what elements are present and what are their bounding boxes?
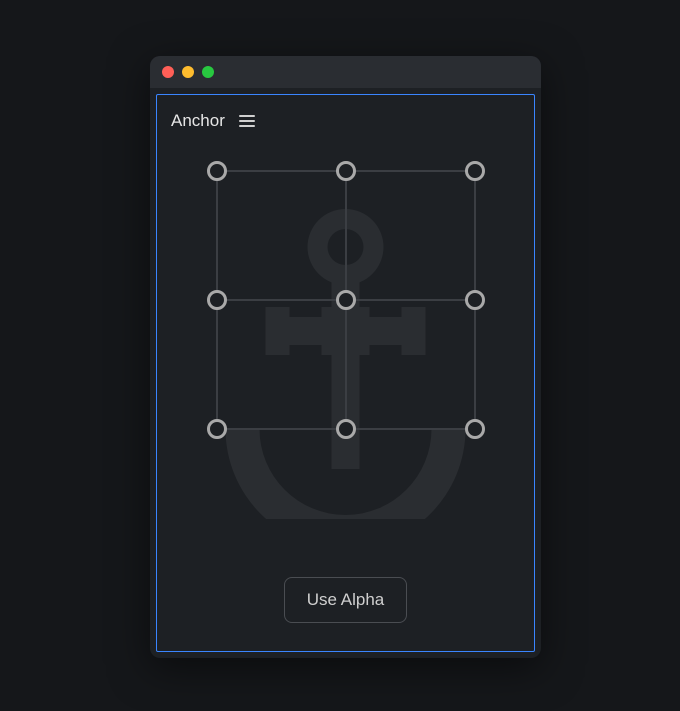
zoom-icon[interactable] (202, 66, 214, 78)
anchor-area (157, 141, 534, 577)
anchor-panel: Anchor (156, 94, 535, 652)
use-alpha-button[interactable]: Use Alpha (284, 577, 408, 623)
anchor-handle-bottom-left[interactable] (207, 419, 227, 439)
app-window: Anchor (150, 56, 541, 658)
anchor-handle-middle-center[interactable] (336, 290, 356, 310)
close-icon[interactable] (162, 66, 174, 78)
panel-header: Anchor (157, 95, 534, 141)
anchor-handle-top-center[interactable] (336, 161, 356, 181)
anchor-handle-middle-left[interactable] (207, 290, 227, 310)
anchor-grid (217, 171, 475, 429)
anchor-handle-middle-right[interactable] (465, 290, 485, 310)
panel-title: Anchor (171, 111, 225, 131)
titlebar (150, 56, 541, 88)
anchor-handle-bottom-right[interactable] (465, 419, 485, 439)
minimize-icon[interactable] (182, 66, 194, 78)
anchor-handle-top-left[interactable] (207, 161, 227, 181)
menu-icon[interactable] (239, 115, 255, 127)
anchor-handle-bottom-center[interactable] (336, 419, 356, 439)
anchor-handle-top-right[interactable] (465, 161, 485, 181)
button-row: Use Alpha (157, 577, 534, 651)
